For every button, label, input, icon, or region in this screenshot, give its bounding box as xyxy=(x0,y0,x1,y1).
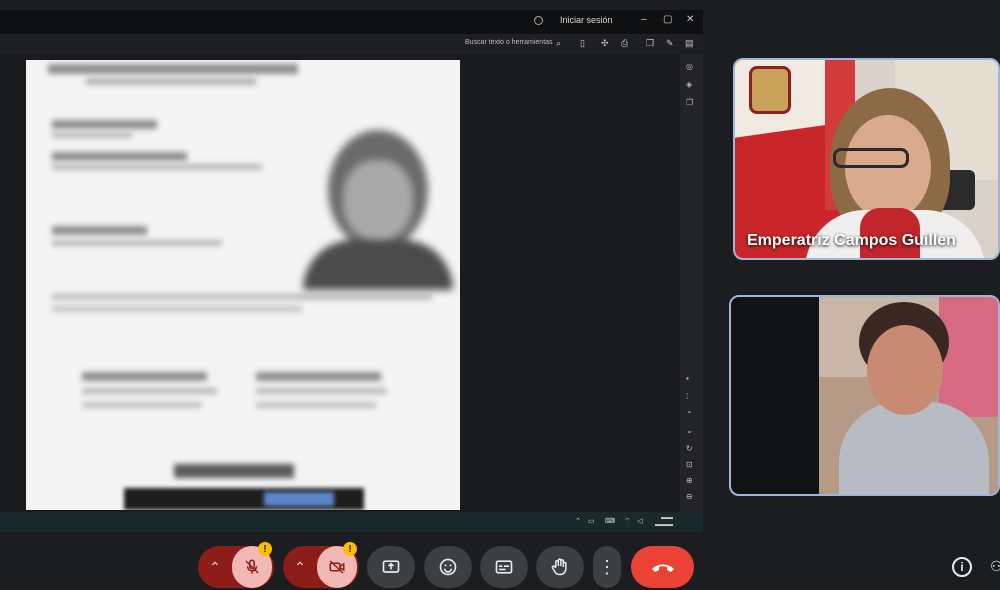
search-icon: ⌕ xyxy=(556,38,562,48)
tray-volume-icon: ◁ xyxy=(637,518,643,525)
copy-icon: ❐ xyxy=(646,38,655,48)
close-icon: ✕ xyxy=(686,14,695,25)
document-footer-bar xyxy=(124,488,364,510)
end-call-button[interactable] xyxy=(631,546,694,588)
chevron-up-icon[interactable]: ⌃ xyxy=(283,546,317,588)
highlight-icon: ✣ xyxy=(601,38,609,48)
emoji-button[interactable] xyxy=(424,546,472,588)
participant-tile[interactable] xyxy=(729,295,1000,496)
page-icon: ▯ xyxy=(580,38,585,48)
camera-toggle-button[interactable]: ! xyxy=(317,542,357,588)
more-options-button[interactable]: ⋮ xyxy=(593,546,621,588)
camera-control: ⌃ ! xyxy=(283,542,359,588)
tray-wifi-icon: ⌔ xyxy=(624,518,631,525)
save-icon: ▤ xyxy=(685,38,694,48)
id-photo xyxy=(298,120,458,290)
pdf-search-label: Buscar texto o herramientas xyxy=(465,39,553,46)
info-icon[interactable]: i xyxy=(952,557,972,577)
captions-icon xyxy=(495,560,513,574)
meeting-controls: ⌃ ! ⌃ ! ⋮ i ⚇ xyxy=(0,538,1000,590)
pdf-side-toolbar: ◎ ◈ ❐ ▪ ⁞ ⌃ ⌄ ↻ ⊡ ⊕ ⊖ xyxy=(680,54,703,512)
hand-icon xyxy=(551,558,567,576)
edit-icon: ✎ xyxy=(666,38,674,48)
maximize-icon: ▢ xyxy=(663,14,673,25)
blurred-document xyxy=(26,60,460,510)
participant-name: Emperatriz Campos Guillen xyxy=(747,232,956,249)
document-viewport xyxy=(0,54,680,512)
tray-clock: ▬▬ ▬▬▬ xyxy=(655,515,673,528)
tray-keyboard-icon: ⌨ xyxy=(605,518,616,525)
chevron-up-icon[interactable]: ⌃ xyxy=(198,546,232,588)
mic-toggle-button[interactable]: ! xyxy=(232,542,272,588)
participant-tile[interactable]: Emperatriz Campos Guillen xyxy=(733,58,1000,260)
mic-warning-badge: ! xyxy=(258,542,272,556)
tray-network-icon: ▭ xyxy=(588,518,595,525)
mic-control: ⌃ ! xyxy=(198,542,274,588)
tray-chevron-icon: ⌃ xyxy=(575,518,581,525)
participant-video xyxy=(819,297,998,494)
zoom-in-icon: ⊕ xyxy=(686,476,693,485)
login-label: Iniciar sesión xyxy=(560,15,613,25)
shared-window-titlebar: Iniciar sesión – ▢ ✕ xyxy=(0,10,703,34)
captions-button[interactable] xyxy=(480,546,528,588)
more-icon: ⋮ xyxy=(598,556,616,577)
pdf-toolbar: Buscar texto o herramientas ⌕ ▯ ✣ ⎙ ❐ ✎ … xyxy=(0,34,703,54)
page-count-icon: ⁞ xyxy=(686,392,689,401)
page-number-icon: ▪ xyxy=(686,374,689,383)
zoom-out-icon: ⊖ xyxy=(686,492,693,501)
present-icon xyxy=(382,560,400,573)
fit-page-icon: ⊡ xyxy=(686,460,693,469)
end-call-icon xyxy=(651,564,674,572)
os-taskbar: ⌃ ▭ ⌨ ⌔ ◁ ▬▬ ▬▬▬ xyxy=(0,512,703,532)
shared-screen: Iniciar sesión – ▢ ✕ Buscar texto o herr… xyxy=(0,10,703,532)
people-icon[interactable]: ⚇ xyxy=(990,558,1000,575)
rotate-icon: ↻ xyxy=(686,444,693,453)
coat-of-arms xyxy=(749,66,791,114)
minimize-icon: – xyxy=(641,14,647,25)
present-button[interactable] xyxy=(367,546,415,588)
scroll-up-icon: ⌃ xyxy=(686,410,693,419)
raise-hand-button[interactable] xyxy=(536,546,584,588)
mic-off-icon xyxy=(245,559,259,574)
scroll-down-icon: ⌄ xyxy=(686,426,693,435)
print-icon: ⎙ xyxy=(621,38,629,48)
annotate-icon: ◈ xyxy=(686,80,693,89)
profile-icon xyxy=(534,16,543,25)
camera-warning-badge: ! xyxy=(343,542,357,556)
chat-icon: ◎ xyxy=(686,62,693,71)
pages-icon: ❐ xyxy=(686,98,694,107)
emoji-icon xyxy=(439,558,457,576)
camera-off-icon xyxy=(329,560,345,574)
